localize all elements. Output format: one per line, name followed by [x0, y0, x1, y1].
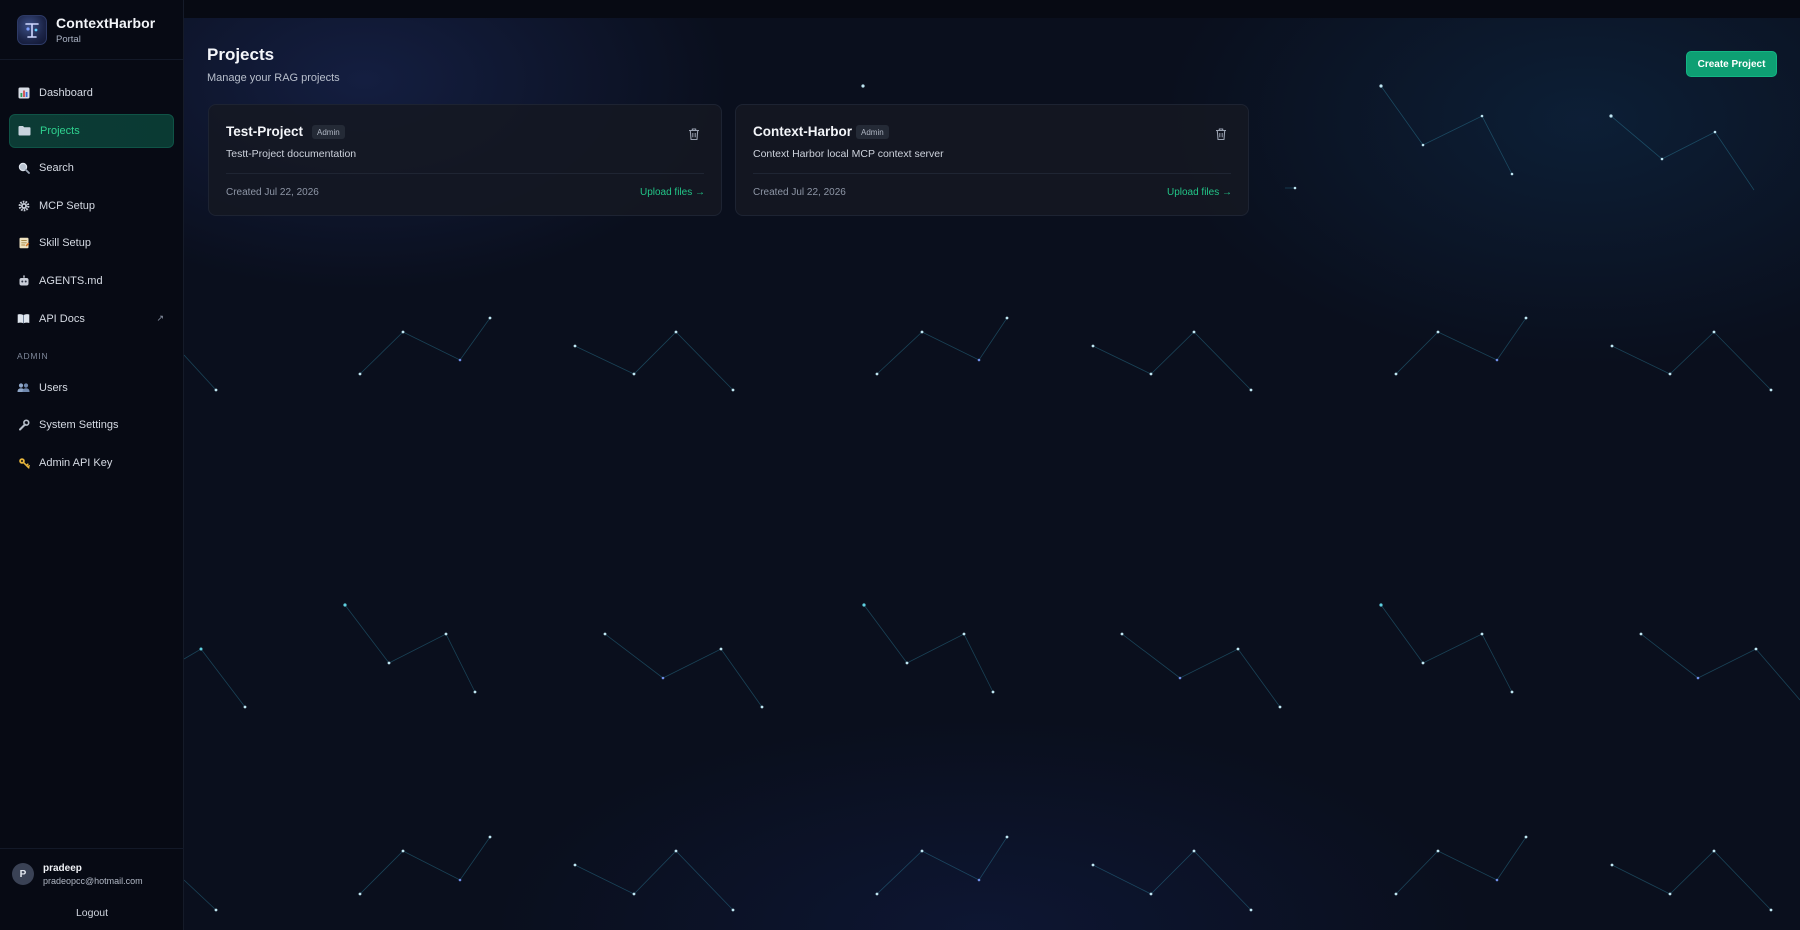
- admin-section-label: ADMIN: [17, 350, 49, 361]
- project-created-date: Created Jul 22, 2026: [753, 187, 846, 198]
- brand-subtitle: Portal: [56, 33, 81, 45]
- upload-files-link[interactable]: Upload files →: [1167, 187, 1232, 198]
- delete-project-icon[interactable]: [687, 127, 701, 141]
- project-name[interactable]: Context-Harbor: [753, 124, 852, 139]
- sidebar-item-label: MCP Setup: [39, 199, 96, 212]
- sidebar-item-system-settings[interactable]: System Settings: [9, 408, 174, 442]
- sidebar-item-label: Skill Setup: [39, 237, 91, 250]
- gear-icon: [17, 199, 30, 212]
- sidebar-item-admin-api-key[interactable]: Admin API Key: [9, 446, 174, 480]
- sidebar-item-users[interactable]: Users: [9, 371, 174, 405]
- brand-header[interactable]: ContextHarbor Portal: [0, 0, 183, 60]
- sidebar-item-label: Dashboard: [39, 87, 93, 99]
- sidebar-item-api-docs[interactable]: API Docs ↗: [9, 302, 174, 336]
- sidebar-item-agents-md[interactable]: AGENTS.md: [9, 264, 174, 298]
- logout-button[interactable]: Logout: [0, 907, 184, 919]
- chart-icon: [17, 87, 30, 100]
- card-divider: [753, 173, 1231, 174]
- scroll-icon: [17, 237, 30, 250]
- sidebar-item-skill-setup[interactable]: Skill Setup: [9, 226, 174, 260]
- sidebar-item-dashboard[interactable]: Dashboard: [9, 76, 174, 110]
- sidebar-item-label: AGENTS.md: [39, 274, 103, 287]
- user-profile: P pradeep pradeopcc@hotmail.com Logout: [0, 848, 184, 930]
- project-card-context-harbor[interactable]: Context-Harbor Admin Context Harbor loca…: [735, 104, 1249, 216]
- sidebar-item-label: API Docs: [39, 312, 85, 325]
- robot-icon: [17, 274, 30, 287]
- project-description: Testt-Project documentation: [226, 148, 357, 160]
- book-icon: [17, 312, 30, 325]
- wrench-icon: [17, 419, 30, 432]
- sidebar-item-search[interactable]: Search: [9, 151, 174, 185]
- user-email: pradeopcc@hotmail.com: [43, 876, 143, 886]
- logo-icon: [17, 14, 47, 45]
- sidebar-nav: Dashboard Projects Search MCP Setup Skil…: [0, 60, 183, 483]
- key-icon: [17, 456, 30, 469]
- external-link-icon: ↗: [156, 312, 164, 323]
- project-card-test-project[interactable]: Test-Project Admin Testt-Project documen…: [208, 104, 722, 216]
- avatar[interactable]: P: [12, 863, 34, 885]
- sidebar-item-label: System Settings: [39, 419, 119, 432]
- project-name[interactable]: Test-Project: [226, 124, 303, 139]
- upload-files-link[interactable]: Upload files →: [640, 187, 705, 198]
- users-icon: [17, 381, 30, 394]
- sidebar-item-label: Projects: [40, 124, 80, 137]
- brand-name: ContextHarbor: [56, 14, 156, 31]
- search-icon: [17, 162, 30, 175]
- sidebar-item-mcp-setup[interactable]: MCP Setup: [9, 189, 174, 223]
- sidebar-item-label: Users: [39, 381, 68, 394]
- main-content: Projects Manage your RAG projects Create…: [184, 0, 1800, 930]
- create-project-button[interactable]: Create Project: [1686, 51, 1777, 77]
- role-badge: Admin: [856, 125, 889, 139]
- sidebar-item-label: Search: [39, 162, 74, 175]
- user-name: pradeep: [43, 863, 82, 874]
- sidebar-item-projects[interactable]: Projects: [9, 113, 174, 148]
- project-description: Context Harbor local MCP context server: [753, 148, 944, 160]
- card-divider: [226, 173, 704, 174]
- role-badge: Admin: [312, 125, 345, 139]
- folder-icon: [18, 124, 31, 137]
- sidebar: ContextHarbor Portal Dashboard Projects …: [0, 0, 184, 930]
- sidebar-item-label: Admin API Key: [39, 456, 113, 469]
- delete-project-icon[interactable]: [1214, 127, 1228, 141]
- page-title: Projects: [207, 45, 275, 64]
- page-subtitle: Manage your RAG projects: [207, 72, 340, 84]
- project-created-date: Created Jul 22, 2026: [226, 187, 319, 198]
